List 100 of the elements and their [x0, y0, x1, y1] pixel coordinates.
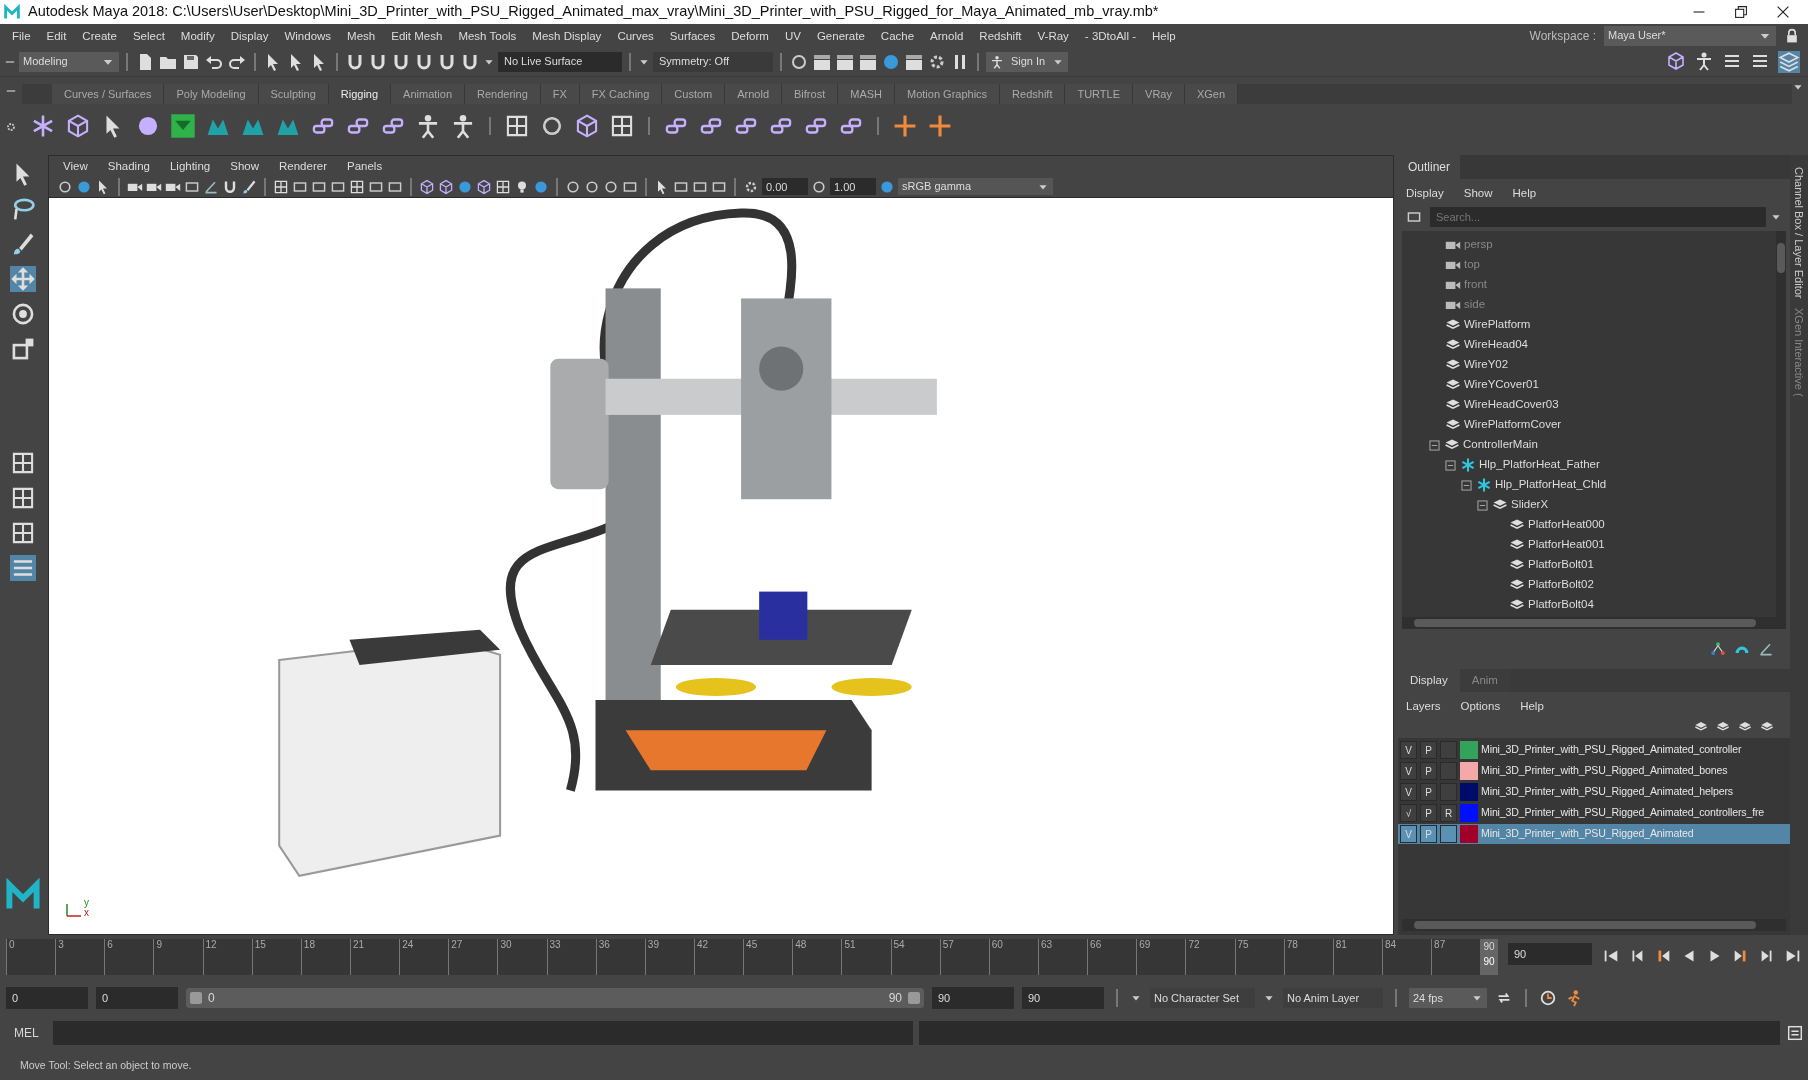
menu-item[interactable]: Arnold	[922, 25, 972, 46]
grid-icon[interactable]	[349, 178, 365, 195]
brush-icon[interactable]	[241, 178, 257, 195]
visibility-toggle[interactable]: V	[1400, 783, 1417, 802]
shelf-tab[interactable]: Rigging	[328, 84, 392, 104]
layout-icon[interactable]	[10, 485, 36, 511]
layer-color-swatch[interactable]	[1460, 741, 1478, 760]
menu-item[interactable]: Show	[1455, 183, 1501, 203]
scrollbar[interactable]	[1402, 919, 1786, 931]
shelf-tab[interactable]: Rendering	[465, 84, 541, 104]
sphere-icon[interactable]	[603, 178, 619, 195]
tile-icon[interactable]	[170, 113, 196, 139]
menu-item[interactable]: Curves	[609, 25, 662, 46]
restore-icon[interactable]	[1732, 3, 1750, 21]
menu-item[interactable]: View	[55, 156, 96, 176]
lock-icon[interactable]	[1784, 27, 1800, 44]
menu-item[interactable]: Edit	[38, 25, 75, 46]
shelf-tab[interactable]: XGen	[1184, 84, 1239, 104]
menu-item[interactable]: Surfaces	[661, 25, 724, 46]
menu-item[interactable]: Create	[74, 25, 125, 46]
menu-item[interactable]: Generate	[808, 25, 873, 46]
command-field[interactable]	[52, 1021, 914, 1045]
menu-item[interactable]: Modify	[172, 25, 223, 46]
shelf-tab[interactable]: Custom	[662, 84, 726, 104]
move-icon[interactable]	[10, 266, 36, 292]
menu-item[interactable]: Redshift	[971, 25, 1030, 46]
layers-icon[interactable]	[1778, 50, 1800, 73]
shelf-tab[interactable]: Sculpting	[258, 84, 329, 104]
clock-icon[interactable]	[1539, 989, 1557, 1007]
layer-color-swatch[interactable]	[1460, 804, 1478, 823]
live-surface-field[interactable]: No Live Surface	[498, 51, 622, 72]
hierarchy-icon[interactable]	[1710, 641, 1726, 657]
layer-row[interactable]: V P Mini_3D_Printer_with_PSU_Rigged_Animated_helpers	[1398, 782, 1790, 803]
gamma-field[interactable]: 1.00	[830, 178, 876, 195]
scale-icon[interactable]	[10, 336, 36, 362]
outliner-item[interactable]: WirePlatform	[1464, 316, 1531, 334]
menu-item[interactable]: - 3DtoAll -	[1076, 25, 1144, 46]
shelf-tab[interactable]: VRay	[1133, 84, 1185, 104]
cube-icon[interactable]	[419, 178, 435, 195]
menu-item[interactable]: Edit Mesh	[383, 25, 451, 46]
layer-color-swatch[interactable]	[1460, 762, 1478, 781]
cube-icon[interactable]	[476, 178, 492, 195]
visibility-toggle[interactable]: √	[1400, 804, 1417, 823]
cube-icon[interactable]	[65, 113, 91, 139]
exposure-field[interactable]: 0.00	[762, 178, 808, 195]
grid-icon[interactable]	[504, 113, 530, 139]
menu-item[interactable]: Panels	[338, 156, 391, 176]
visibility-toggle[interactable]: V	[1400, 741, 1417, 760]
sphere-icon[interactable]	[565, 178, 581, 195]
playback-start-field[interactable]: 0	[96, 987, 178, 1009]
playhead[interactable]: 90 90	[1480, 939, 1498, 975]
shelf-tab[interactable]: Redshift	[1000, 84, 1066, 104]
sphere-icon[interactable]	[457, 178, 473, 195]
shelf-tab[interactable]: Motion Graphics	[895, 84, 1001, 104]
scrollbar[interactable]	[1776, 231, 1786, 617]
settings-icon[interactable]	[5, 121, 17, 133]
current-time-field[interactable]: 90	[1508, 943, 1592, 965]
cross-icon[interactable]	[892, 113, 918, 139]
playback-toggle[interactable]: P	[1420, 762, 1437, 781]
command-language-label[interactable]: MEL	[6, 1024, 47, 1042]
layout-icon[interactable]	[10, 520, 36, 546]
character-set-dropdown[interactable]: No Character Set	[1150, 988, 1255, 1008]
cube-icon[interactable]	[438, 178, 454, 195]
side-tab[interactable]: Channel Box / Layer Editor	[1790, 167, 1808, 299]
layer-color-swatch[interactable]	[1460, 825, 1478, 844]
grid-icon[interactable]	[273, 178, 289, 195]
layer-row[interactable]: √ P R Mini_3D_Printer_with_PSU_Rigged_Animated_controllers_fre	[1398, 803, 1790, 824]
menu-item[interactable]: Mesh	[339, 25, 384, 46]
cube-icon[interactable]	[574, 113, 600, 139]
menu-item[interactable]: V-Ray	[1029, 25, 1077, 46]
menu-item[interactable]: Mesh Tools	[450, 25, 525, 46]
menu-item[interactable]: Shading	[99, 156, 158, 176]
collapse-icon[interactable]	[1460, 478, 1473, 492]
outliner-item[interactable]: WireYCover01	[1464, 376, 1539, 394]
result-field[interactable]	[919, 1021, 1780, 1045]
runner-icon[interactable]	[1565, 989, 1583, 1007]
outliner-item[interactable]: PlatforBolt01	[1528, 556, 1594, 574]
grid-icon[interactable]	[495, 178, 511, 195]
menu-item[interactable]: UV	[776, 25, 809, 46]
shelf-tab[interactable]: Curves / Surfaces	[52, 84, 165, 104]
time-slider[interactable]: 0 3 6 9 12 15 18 21 24 27 30 33 36 39 42 45 48 51 54 57 60 63 66 69 72 75 78 81 84 87 90 90	[6, 939, 1498, 975]
outliner-item[interactable]: PlatforBolt02	[1528, 576, 1594, 594]
menu-item[interactable]: Display	[1398, 183, 1452, 203]
cross-icon[interactable]	[927, 113, 953, 139]
shelf-tab[interactable]: Animation	[391, 84, 465, 104]
panel-tab[interactable]: Display	[1398, 669, 1460, 693]
outliner-item[interactable]: PlatforHeat001	[1528, 536, 1605, 554]
sphere-icon[interactable]	[533, 178, 549, 195]
outliner-item[interactable]: WireY02	[1464, 356, 1509, 374]
color-management-icon[interactable]	[879, 178, 895, 195]
person-icon[interactable]	[1694, 50, 1714, 71]
slider-handle[interactable]	[190, 992, 202, 1004]
menu-item[interactable]: Renderer	[271, 156, 335, 176]
playback-toggle[interactable]: P	[1420, 804, 1437, 823]
playback-toggle[interactable]: P	[1420, 783, 1437, 802]
menu-set-dropdown[interactable]: Modeling	[19, 51, 119, 72]
cube-icon[interactable]	[1666, 50, 1686, 71]
menu-item[interactable]: Help	[1512, 696, 1552, 717]
layout-icon[interactable]	[10, 450, 36, 476]
menu-item[interactable]: Display	[222, 25, 277, 46]
